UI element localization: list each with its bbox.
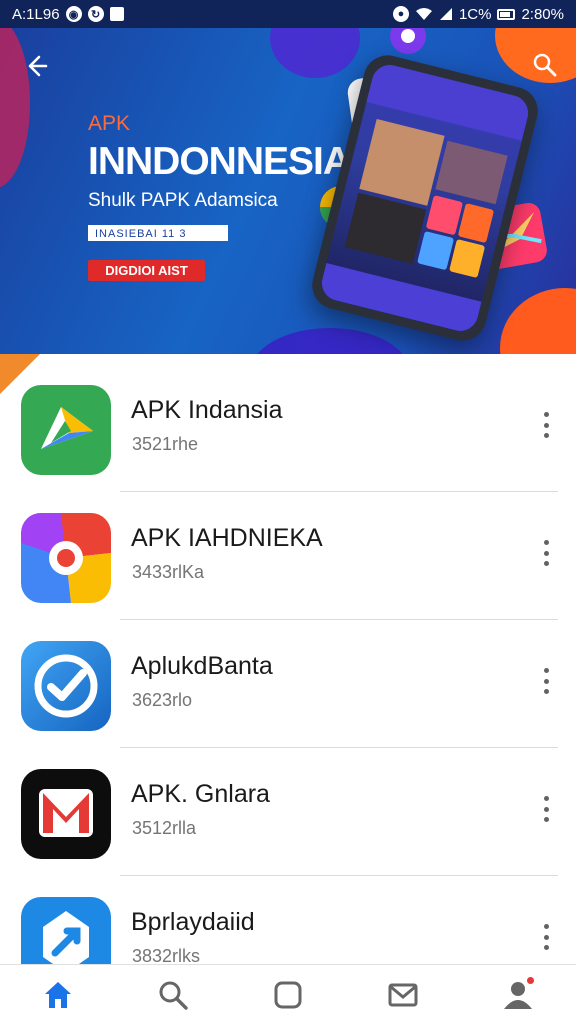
app-meta: 3512rlla xyxy=(132,818,197,838)
hero-small-label: APK xyxy=(88,112,131,135)
more-options-icon[interactable] xyxy=(534,540,558,566)
back-arrow-icon[interactable] xyxy=(22,52,50,80)
list-item[interactable]: APK Indansia 3521rhe xyxy=(0,354,576,492)
nav-messages[interactable] xyxy=(379,971,427,1019)
battery-text: 2:80% xyxy=(521,5,564,23)
app-meta: 3433rlKa xyxy=(132,562,205,582)
decor-shape xyxy=(250,328,410,354)
mail-icon xyxy=(388,983,418,1007)
status-bar: A:1L96 ◉ ↻ ● 1C% 2:80% xyxy=(0,0,576,28)
disc-icon xyxy=(390,28,426,54)
square-icon xyxy=(274,981,302,1009)
signal-icon xyxy=(439,8,452,20)
more-options-icon[interactable] xyxy=(534,796,558,822)
hero-button[interactable]: DIGDIOI AIST xyxy=(88,260,205,281)
m-logo-icon xyxy=(21,769,111,859)
app-list: APK Indansia 3521rhe APK IAHDNIEKA 3433r… xyxy=(0,354,576,964)
list-item[interactable]: Bprlaydaiid 3832rlks xyxy=(0,866,576,964)
hero-title: INNDONNESIA xyxy=(88,140,351,183)
play-store-icon xyxy=(21,385,111,475)
search-icon xyxy=(159,981,188,1010)
tools-icon xyxy=(21,897,111,964)
hero-banner[interactable]: APK INNDONNESIA Shulk PAPK Adamsica INAS… xyxy=(0,28,576,354)
check-circle-icon xyxy=(21,641,111,731)
more-options-icon[interactable] xyxy=(534,668,558,694)
battery-icon xyxy=(497,8,516,20)
chrome-style-icon xyxy=(21,513,111,603)
status-time: A:1L96 xyxy=(12,5,60,23)
hero-input-box: INASIEBAI 11 3 xyxy=(88,225,228,241)
nav-search[interactable] xyxy=(149,971,197,1019)
app-meta: 3521rhe xyxy=(132,434,199,454)
signal-text: 1C% xyxy=(458,5,492,23)
message-notification-icon xyxy=(109,7,124,21)
app-name: APK IAHDNIEKA xyxy=(131,524,323,552)
list-item[interactable]: AplukdBanta 3623rlo xyxy=(0,610,576,748)
alarm-icon: ● xyxy=(392,6,409,22)
more-options-icon[interactable] xyxy=(534,412,558,438)
nav-home[interactable] xyxy=(34,971,82,1019)
app-name: APK. Gnlara xyxy=(131,780,270,808)
search-icon[interactable] xyxy=(532,52,558,78)
decor-shape xyxy=(270,28,360,78)
bottom-nav xyxy=(0,964,576,1025)
decor-corner xyxy=(0,354,40,394)
hero-subtitle: Shulk PAPK Adamsica xyxy=(88,190,278,211)
nav-apps[interactable] xyxy=(264,971,312,1019)
list-item[interactable]: APK IAHDNIEKA 3433rlKa xyxy=(0,482,576,620)
notification-icon: ◉ xyxy=(65,6,82,22)
decor-shape xyxy=(500,288,576,354)
phone-mockup xyxy=(307,50,543,346)
app-meta: 3623rlo xyxy=(132,690,193,710)
nav-profile[interactable] xyxy=(494,971,542,1019)
app-meta: 3832rlks xyxy=(132,946,201,964)
more-options-icon[interactable] xyxy=(534,924,558,950)
sync-icon: ↻ xyxy=(87,6,104,22)
app-name: APK Indansia xyxy=(131,396,283,424)
wifi-icon xyxy=(415,8,432,20)
app-name: AplukdBanta xyxy=(131,652,273,680)
app-name: Bprlaydaiid xyxy=(131,908,255,936)
list-item[interactable]: APK. Gnlara 3512rlla xyxy=(0,738,576,876)
home-icon xyxy=(44,982,71,1008)
